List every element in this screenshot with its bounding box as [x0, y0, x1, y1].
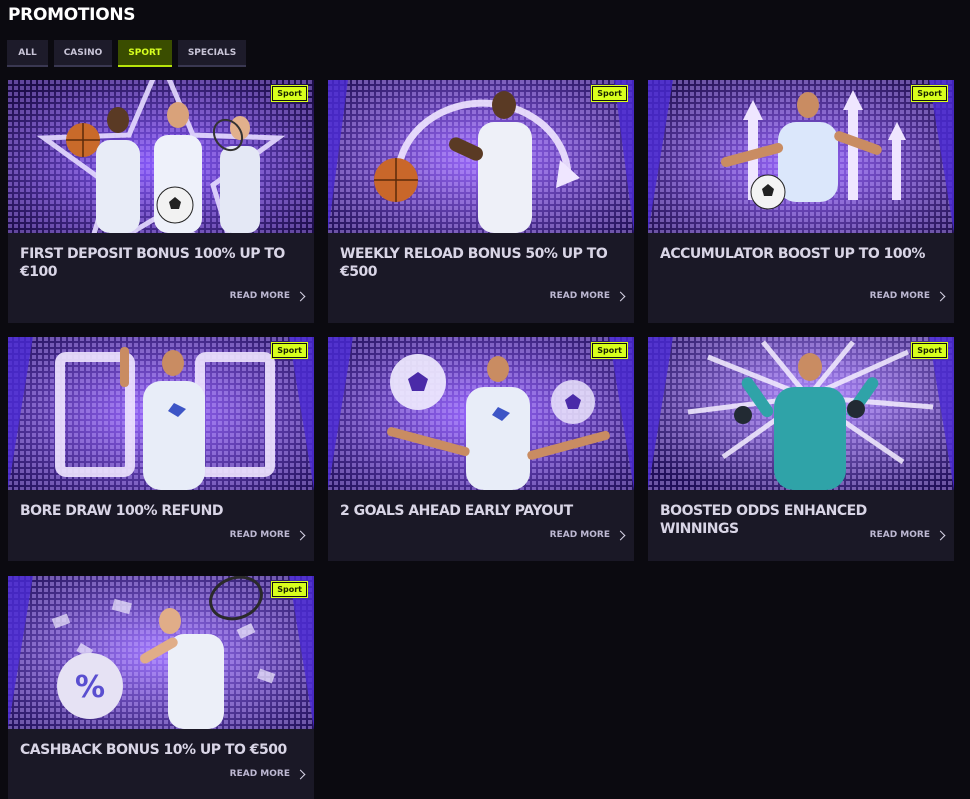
- promo-title: WEEKLY RELOAD BONUS 50% UP TO €500: [340, 246, 608, 280]
- promo-artwork: [8, 80, 314, 233]
- promo-artwork: [8, 337, 314, 490]
- promo-image[interactable]: Sport: [8, 337, 314, 490]
- read-more-label: READ MORE: [549, 291, 610, 301]
- promo-title: FIRST DEPOSIT BONUS 100% UP TO €100: [20, 246, 285, 280]
- promo-title: ACCUMULATOR BOOST UP TO 100%: [660, 246, 925, 262]
- read-more-link[interactable]: READ MORE: [229, 769, 306, 780]
- promo-card[interactable]: Sport WEEKLY RELOAD BONUS 50% UP TO €500…: [328, 80, 634, 323]
- read-more-label: READ MORE: [229, 530, 290, 540]
- category-badge: Sport: [912, 343, 947, 358]
- promo-card[interactable]: % Sport CASHBACK BONUS 10% UP TO €500 RE…: [8, 576, 314, 799]
- chevron-right-icon: [295, 769, 306, 780]
- tab-casino[interactable]: CASINO: [54, 40, 112, 67]
- svg-text:%: %: [75, 670, 105, 705]
- promo-title: BORE DRAW 100% REFUND: [20, 503, 223, 519]
- read-more-link[interactable]: READ MORE: [549, 530, 626, 541]
- read-more-link[interactable]: READ MORE: [869, 291, 946, 302]
- read-more-label: READ MORE: [229, 769, 290, 779]
- tab-sport[interactable]: SPORT: [118, 40, 172, 67]
- promo-image[interactable]: Sport: [8, 80, 314, 233]
- read-more-link[interactable]: READ MORE: [229, 291, 306, 302]
- read-more-link[interactable]: READ MORE: [229, 530, 306, 541]
- chevron-right-icon: [935, 530, 946, 541]
- promo-artwork: [648, 80, 954, 233]
- chevron-right-icon: [615, 291, 626, 302]
- category-badge: Sport: [272, 582, 307, 597]
- promo-card[interactable]: Sport ACCUMULATOR BOOST UP TO 100% READ …: [648, 80, 954, 323]
- category-badge: Sport: [272, 343, 307, 358]
- page-title: PROMOTIONS: [8, 5, 136, 25]
- promo-image[interactable]: Sport: [328, 80, 634, 233]
- promo-title: CASHBACK BONUS 10% UP TO €500: [20, 742, 287, 758]
- tab-specials[interactable]: SPECIALS: [178, 40, 246, 67]
- promo-image[interactable]: Sport: [648, 80, 954, 233]
- promo-artwork: %: [8, 576, 314, 729]
- chevron-right-icon: [295, 530, 306, 541]
- promo-card[interactable]: Sport 2 GOALS AHEAD EARLY PAYOUT READ MO…: [328, 337, 634, 561]
- promo-artwork: [648, 337, 954, 490]
- promo-card[interactable]: Sport BORE DRAW 100% REFUND READ MORE: [8, 337, 314, 561]
- category-badge: Sport: [592, 86, 627, 101]
- promo-title: 2 GOALS AHEAD EARLY PAYOUT: [340, 503, 573, 519]
- read-more-label: READ MORE: [869, 291, 930, 301]
- chevron-right-icon: [295, 291, 306, 302]
- promo-card[interactable]: Sport BOOSTED ODDS ENHANCED WINNINGS REA…: [648, 337, 954, 561]
- promo-artwork: [328, 337, 634, 490]
- read-more-link[interactable]: READ MORE: [549, 291, 626, 302]
- tab-all[interactable]: ALL: [7, 40, 48, 67]
- chevron-right-icon: [935, 291, 946, 302]
- read-more-link[interactable]: READ MORE: [869, 530, 946, 541]
- read-more-label: READ MORE: [869, 530, 930, 540]
- promotion-filter-tabs: ALL CASINO SPORT SPECIALS: [7, 40, 246, 67]
- promo-image[interactable]: Sport: [648, 337, 954, 490]
- category-badge: Sport: [272, 86, 307, 101]
- category-badge: Sport: [592, 343, 627, 358]
- chevron-right-icon: [615, 530, 626, 541]
- category-badge: Sport: [912, 86, 947, 101]
- promo-card[interactable]: Sport FIRST DEPOSIT BONUS 100% UP TO €10…: [8, 80, 314, 323]
- read-more-label: READ MORE: [549, 530, 610, 540]
- promo-image[interactable]: Sport: [328, 337, 634, 490]
- promo-image[interactable]: % Sport: [8, 576, 314, 729]
- promo-artwork: [328, 80, 634, 233]
- read-more-label: READ MORE: [229, 291, 290, 301]
